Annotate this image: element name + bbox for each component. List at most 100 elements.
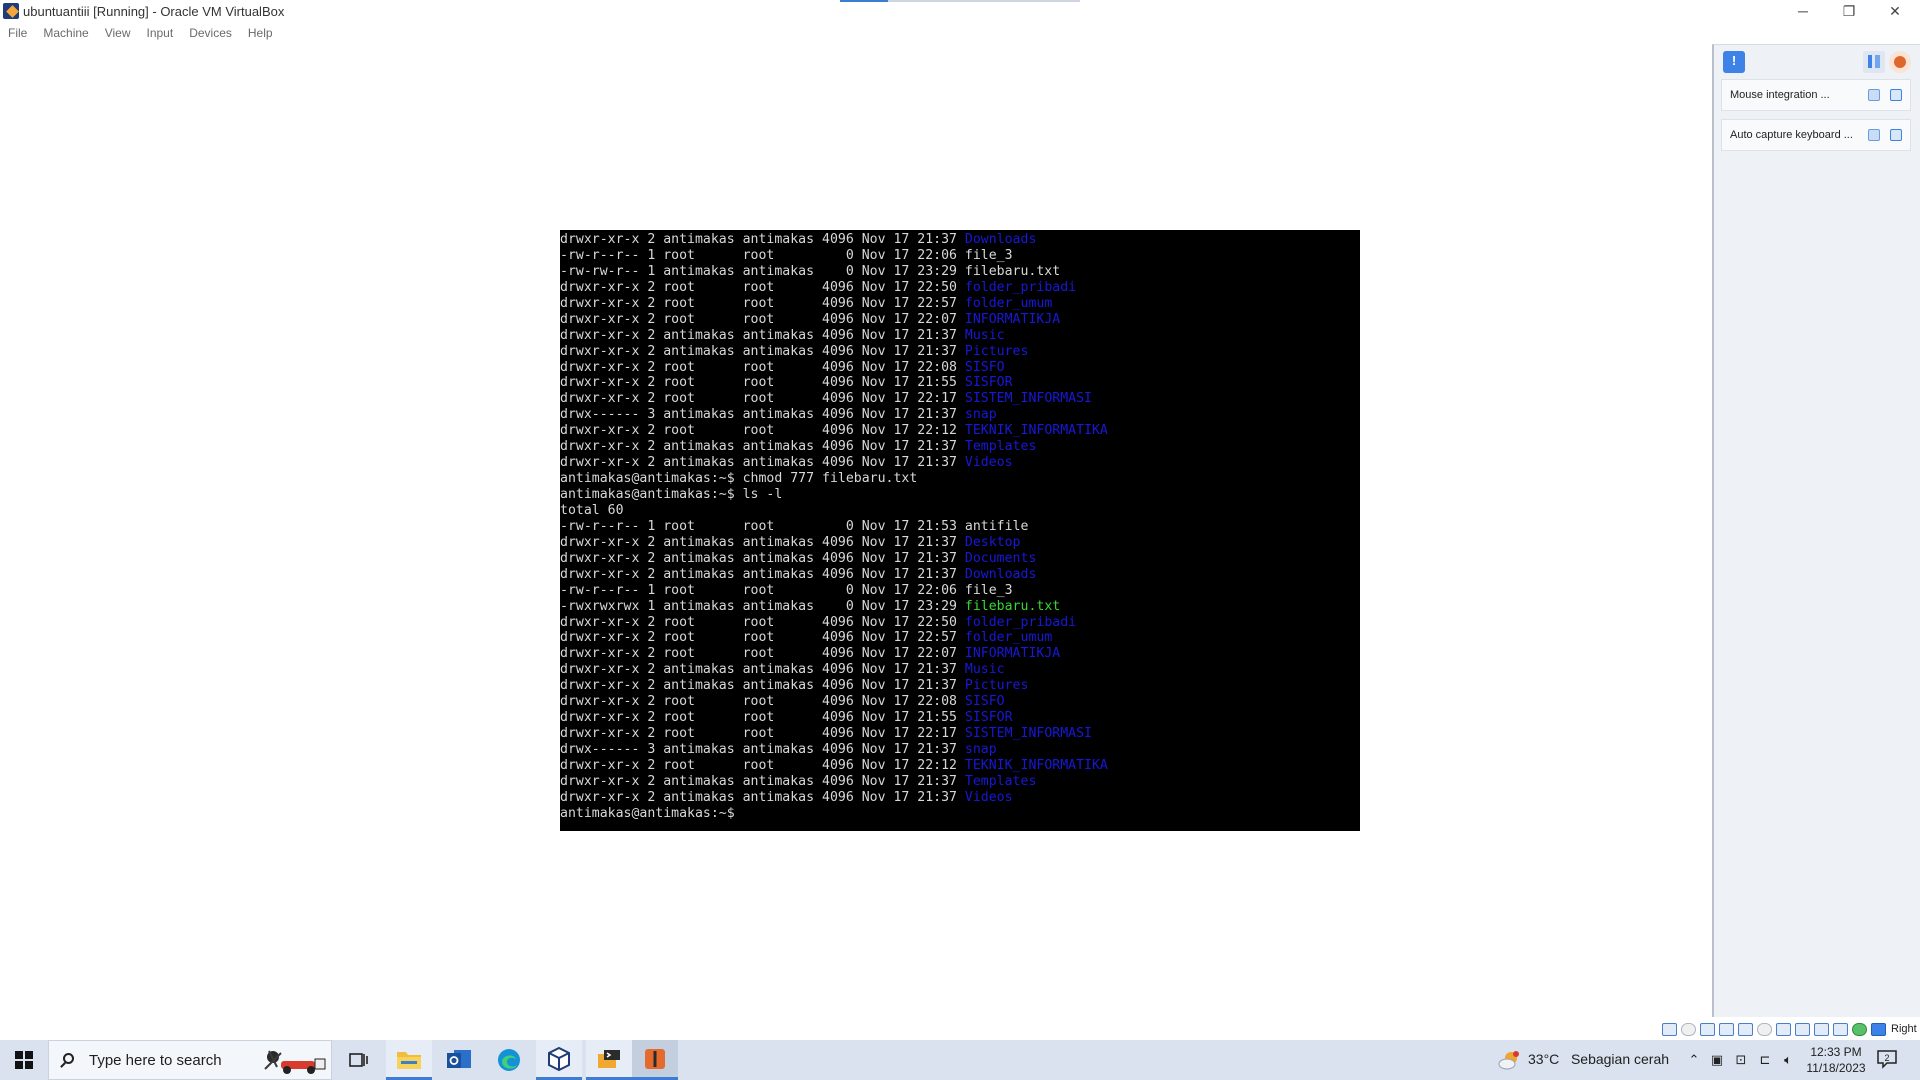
terminal-line: drwxr-xr-x 2 antimakas antimakas 4096 No… xyxy=(560,232,1360,248)
terminal-text: drwxr-xr-x 2 antimakas antimakas 4096 No… xyxy=(560,327,965,343)
network-icon[interactable] xyxy=(1719,1022,1734,1036)
terminal-text: drwxr-xr-x 2 root root 4096 Nov 17 22:50 xyxy=(560,614,965,630)
terminal-line: drwxr-xr-x 2 root root 4096 Nov 17 22:12… xyxy=(560,758,1360,774)
terminal-line: drwxr-xr-x 2 antimakas antimakas 4096 No… xyxy=(560,551,1360,567)
executable-name: filebaru.txt xyxy=(964,598,1061,614)
windows-logo-icon xyxy=(15,1051,33,1069)
terminal-text: drwxr-xr-x 2 root root 4096 Nov 17 22:07 xyxy=(560,646,965,662)
menu-input[interactable]: Input xyxy=(139,24,182,42)
terminal-line: -rw-r--r-- 1 root root 0 Nov 17 22:06 fi… xyxy=(560,248,1360,264)
green-status-icon[interactable] xyxy=(1852,1022,1867,1036)
menu-devices[interactable]: Devices xyxy=(181,24,240,42)
terminal-line: drwxr-xr-x 2 antimakas antimakas 4096 No… xyxy=(560,678,1360,694)
search-placeholder: Type here to search xyxy=(89,1052,222,1069)
sort-notifications-icon[interactable] xyxy=(1863,51,1885,73)
power-tray-icon[interactable]: ⊏ xyxy=(1757,1052,1773,1068)
directory-name: Templates xyxy=(964,439,1037,455)
notification-mouse-integration[interactable]: Mouse integration ... xyxy=(1721,79,1911,111)
video-capture-icon[interactable] xyxy=(1795,1022,1810,1036)
volume-muted-icon[interactable]: 🔈︎ xyxy=(1780,1052,1796,1068)
notification-close-icon[interactable] xyxy=(1890,129,1902,141)
notification-label: Mouse integration ... xyxy=(1730,89,1830,101)
directory-name: snap xyxy=(964,407,997,423)
weather-widget[interactable]: 33°C Sebagian cerah xyxy=(1528,1051,1669,1067)
task-view-button[interactable] xyxy=(336,1040,382,1080)
terminal-text: drwxr-xr-x 2 antimakas antimakas 4096 No… xyxy=(560,455,965,471)
terminal-line: -rwxrwxrwx 1 antimakas antimakas 0 Nov 1… xyxy=(560,599,1360,615)
directory-name: folder_umum xyxy=(964,630,1053,646)
terminal-line: drwxr-xr-x 2 root root 4096 Nov 17 22:07… xyxy=(560,646,1360,662)
file-explorer-button[interactable] xyxy=(386,1040,432,1080)
audio-icon[interactable] xyxy=(1700,1022,1715,1036)
weather-partly-sunny-icon[interactable] xyxy=(1498,1050,1520,1070)
menu-help[interactable]: Help xyxy=(240,24,281,42)
menu-view[interactable]: View xyxy=(97,24,139,42)
notification-count: 2 xyxy=(1884,1053,1889,1063)
terminal-line: drwxr-xr-x 2 antimakas antimakas 4096 No… xyxy=(560,790,1360,806)
directory-name: Pictures xyxy=(964,343,1029,359)
search-highlight-art xyxy=(264,1050,326,1074)
menu-machine[interactable]: Machine xyxy=(35,24,96,42)
window-title: ubuntuantiii [Running] - Oracle VM Virtu… xyxy=(23,4,285,19)
optical-drive-icon[interactable] xyxy=(1681,1022,1696,1036)
terminal-line: drwxr-xr-x 2 antimakas antimakas 4096 No… xyxy=(560,774,1360,790)
virtualbox-vm-button[interactable] xyxy=(632,1040,678,1080)
notification-center-icon[interactable] xyxy=(1723,51,1745,73)
terminal-text: drwxr-xr-x 2 root root 4096 Nov 17 22:08 xyxy=(560,359,965,375)
taskbar-search-box[interactable]: Type here to search xyxy=(48,1040,332,1080)
search-icon xyxy=(63,1053,74,1064)
display-icon[interactable] xyxy=(1776,1022,1791,1036)
directory-name: Music xyxy=(964,662,1005,678)
directory-name: Downloads xyxy=(964,566,1037,582)
directory-name: folder_pribadi xyxy=(964,614,1077,630)
menu-file[interactable]: File xyxy=(0,24,35,42)
mouse-integration-icon xyxy=(1868,89,1880,101)
dismiss-all-icon[interactable] xyxy=(1889,51,1911,73)
outlook-icon xyxy=(447,1050,471,1068)
directory-name: Downloads xyxy=(964,232,1037,247)
weather-temperature: 33°C xyxy=(1528,1051,1560,1067)
recording-icon[interactable] xyxy=(1814,1022,1829,1036)
directory-name: Desktop xyxy=(964,534,1021,550)
notification-close-icon[interactable] xyxy=(1890,89,1902,101)
edge-button[interactable] xyxy=(486,1040,532,1080)
terminal-line: drwxr-xr-x 2 antimakas antimakas 4096 No… xyxy=(560,535,1360,551)
terminal-line: drwx------ 3 antimakas antimakas 4096 No… xyxy=(560,742,1360,758)
usb-icon[interactable] xyxy=(1738,1022,1753,1036)
outlook-button[interactable] xyxy=(436,1040,482,1080)
terminal-output: drwxr-xr-x 2 antimakas antimakas 4096 No… xyxy=(560,230,1360,822)
terminal-line: drwxr-xr-x 2 antimakas antimakas 4096 No… xyxy=(560,328,1360,344)
vm-statusbar: Right Ctrl xyxy=(1662,1020,1920,1038)
virtualbox-manager-button[interactable] xyxy=(536,1040,582,1080)
window-titlebar: ubuntuantiii [Running] - Oracle VM Virtu… xyxy=(0,0,1920,24)
terminal-line: drwxr-xr-x 2 antimakas antimakas 4096 No… xyxy=(560,344,1360,360)
weather-condition: Sebagian cerah xyxy=(1570,1051,1670,1067)
vm-console-screen[interactable]: drwxr-xr-x 2 antimakas antimakas 4096 No… xyxy=(560,230,1360,831)
terminal-line: antimakas@antimakas:~$ ls -l xyxy=(560,487,1360,503)
terminal-text: -rw-r--r-- 1 root root 0 Nov 17 22:06 fi… xyxy=(560,247,1013,263)
hard-disk-icon[interactable] xyxy=(1662,1022,1677,1036)
terminal-text: drwxr-xr-x 2 root root 4096 Nov 17 22:12 xyxy=(560,757,965,773)
minimize-button[interactable]: ─ xyxy=(1780,0,1826,22)
cpu-icon[interactable] xyxy=(1833,1022,1848,1036)
shared-folders-icon[interactable] xyxy=(1757,1022,1772,1036)
network-tray-icon[interactable]: ⊡ xyxy=(1733,1052,1749,1068)
terminal-app-button[interactable] xyxy=(586,1040,632,1080)
restore-button[interactable]: ❐ xyxy=(1826,0,1872,22)
tray-app-icon[interactable]: ▣ xyxy=(1709,1052,1725,1068)
terminal-text: antimakas@antimakas:~$ xyxy=(560,805,735,821)
directory-name: Videos xyxy=(964,455,1013,471)
terminal-text: drwxr-xr-x 2 root root 4096 Nov 17 22:57 xyxy=(560,295,965,311)
action-center-icon[interactable]: 2 xyxy=(1876,1049,1898,1069)
terminal-line: -rw-r--r-- 1 root root 0 Nov 17 22:06 fi… xyxy=(560,583,1360,599)
taskbar-clock[interactable]: 12:33 PM 11/18/2023 xyxy=(1800,1044,1872,1076)
keyboard-arrow-icon[interactable] xyxy=(1871,1022,1886,1036)
chevron-up-icon[interactable]: ⌃ xyxy=(1686,1052,1702,1068)
close-button[interactable]: ✕ xyxy=(1872,0,1918,22)
notification-auto-capture-keyboard[interactable]: Auto capture keyboard ... xyxy=(1721,119,1911,151)
terminal-line: drwx------ 3 antimakas antimakas 4096 No… xyxy=(560,407,1360,423)
terminal-line: antimakas@antimakas:~$ xyxy=(560,806,1360,822)
terminal-text: drwxr-xr-x 2 root root 4096 Nov 17 22:50 xyxy=(560,279,965,295)
directory-name: Templates xyxy=(964,773,1037,789)
start-button[interactable] xyxy=(0,1040,48,1080)
